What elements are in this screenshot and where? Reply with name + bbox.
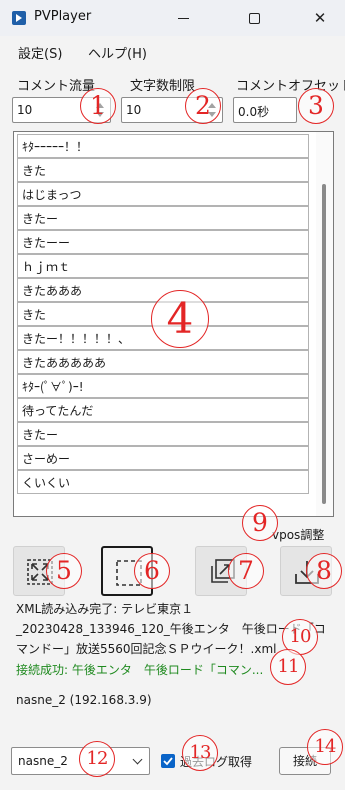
list-scrollbar[interactable]: [316, 132, 333, 516]
callout-1: 1: [80, 88, 116, 124]
callout-13: 13: [182, 735, 218, 771]
comment-offset-label: コメントオフセット: [236, 79, 345, 94]
callout-14: 14: [307, 729, 343, 765]
callout-12: 12: [79, 741, 115, 777]
callout-6: 6: [134, 553, 170, 589]
scrollbar-thumb[interactable]: [322, 184, 326, 504]
list-item[interactable]: 待ってたんだ: [17, 398, 309, 422]
comment-flow-label: コメント流量: [17, 79, 96, 94]
callout-3: 3: [298, 88, 334, 124]
maximize-icon: [248, 13, 260, 24]
list-item[interactable]: きたー: [17, 206, 309, 230]
callout-5: 5: [46, 553, 82, 589]
list-item[interactable]: きたーー: [17, 230, 309, 254]
comment-offset-field[interactable]: 0.0秒: [233, 97, 297, 123]
callout-2: 2: [185, 88, 221, 124]
menu-settings[interactable]: 設定(S): [18, 43, 62, 62]
list-item[interactable]: きたー: [17, 422, 309, 446]
device-info: nasne_2 (192.168.3.9): [16, 693, 152, 707]
comment-offset-value: 0.0秒: [238, 105, 270, 119]
minimize-button[interactable]: [160, 0, 206, 36]
app-icon: [12, 11, 26, 25]
callout-9: 9: [242, 505, 278, 541]
callout-7: 7: [228, 553, 264, 589]
list-item[interactable]: ｷﾀｰｰｰｰｰ！！: [17, 134, 309, 158]
close-button[interactable]: ✕: [297, 0, 343, 36]
char-limit-label: 文字数制限: [130, 79, 196, 94]
list-item[interactable]: ｈｊｍｔ: [17, 254, 309, 278]
callout-4: 4: [151, 290, 209, 348]
list-item[interactable]: さーめー: [17, 446, 309, 470]
callout-8: 8: [306, 553, 342, 589]
list-item[interactable]: ｷﾀｰ(ﾟ∀ﾟ)ｰ!: [17, 374, 309, 398]
comment-flow-value: 10: [17, 103, 33, 117]
menu-bar: 設定(S) ヘルプ(H): [0, 38, 345, 64]
chevron-down-icon: [132, 754, 143, 765]
menu-help[interactable]: ヘルプ(H): [88, 43, 147, 62]
vpos-label: vpos調整: [272, 528, 325, 542]
maximize-button[interactable]: [231, 0, 277, 36]
list-item[interactable]: きたあああああ: [17, 350, 309, 374]
callout-11: 11: [270, 649, 306, 685]
checkmark-icon: [163, 757, 173, 766]
list-item[interactable]: はじまっつ: [17, 182, 309, 206]
close-icon: ✕: [313, 9, 327, 27]
char-limit-value: 10: [126, 103, 142, 117]
list-item[interactable]: くいくい: [17, 470, 309, 494]
past-log-checkbox[interactable]: [161, 754, 175, 768]
minimize-icon: [177, 18, 189, 19]
list-item[interactable]: きた: [17, 158, 309, 182]
device-select-value: nasne_2: [18, 754, 68, 768]
window-title: PVPlayer: [34, 9, 92, 24]
title-bar: PVPlayer ✕: [0, 0, 345, 36]
